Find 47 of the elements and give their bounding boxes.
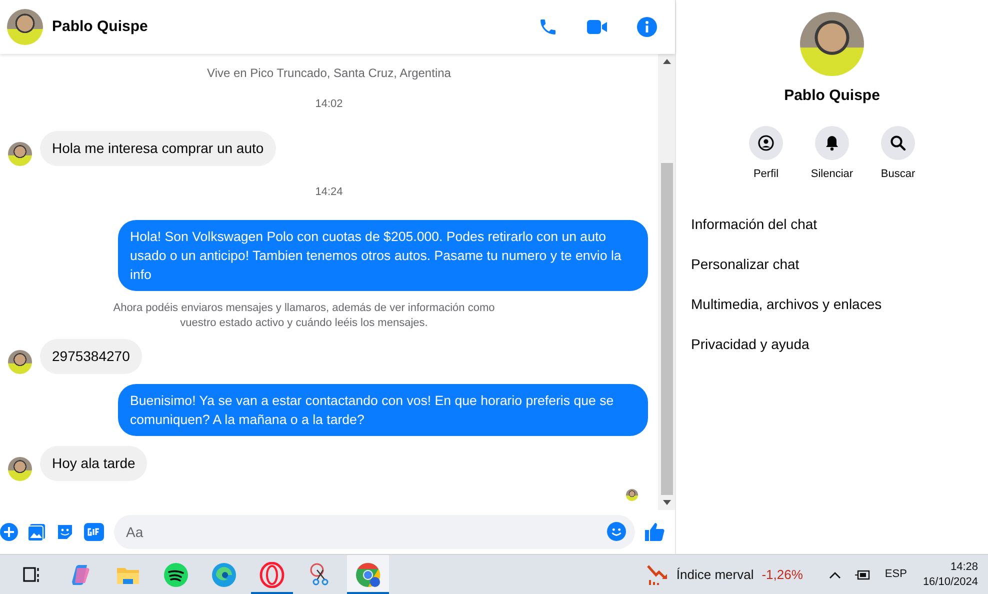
outgoing-message: Buenisimo! Ya se van a estar contactando con vos! En que horario preferis que se comuniquen? A la mañana o a la tarde? bbox=[118, 384, 648, 436]
timestamp: 14:02 bbox=[314, 97, 344, 112]
chat-menu-item[interactable]: Privacidad y ayuda bbox=[691, 324, 973, 364]
emoji-icon[interactable] bbox=[607, 522, 626, 541]
incoming-message: Hoy ala tarde bbox=[40, 446, 148, 481]
scroll-up-arrow-icon[interactable] bbox=[662, 59, 670, 64]
outgoing-message: Hola! Son Volkswagen Polo con cuotas de $205.000. Podes retirarlo con un auto usado o un anticipo! Tambien tenemos otros autos. Pasame tu numero y te envio la info bbox=[118, 220, 648, 291]
search-icon bbox=[890, 134, 906, 150]
task-view-icon bbox=[22, 564, 42, 584]
contact-name[interactable]: Pablo Quispe bbox=[52, 16, 529, 38]
chat-menu-item[interactable]: Información del chat bbox=[691, 204, 973, 244]
gif-icon[interactable] bbox=[84, 523, 104, 541]
phone-icon[interactable] bbox=[538, 17, 558, 37]
clock[interactable]: 14:28 16/10/2024 bbox=[922, 560, 978, 590]
incoming-message: 2975384270 bbox=[40, 339, 142, 374]
incoming-message: Hola me interesa comprar un auto bbox=[40, 130, 276, 166]
chat-menu-item[interactable]: Multimedia, archivos y enlaces bbox=[691, 284, 973, 324]
scrollbar[interactable] bbox=[658, 54, 675, 510]
avatar bbox=[8, 457, 32, 481]
battery-icon[interactable] bbox=[854, 570, 871, 580]
info-icon[interactable] bbox=[637, 17, 657, 37]
scroll-down-arrow-icon[interactable] bbox=[662, 500, 670, 505]
edge-icon bbox=[211, 562, 237, 588]
widget-value: -1,26% bbox=[762, 566, 803, 584]
thumbs-up-icon[interactable] bbox=[645, 522, 665, 542]
spotify-icon bbox=[163, 562, 189, 588]
chrome-icon bbox=[355, 562, 381, 588]
widget-label: Índice merval bbox=[676, 566, 754, 584]
profile-icon bbox=[758, 134, 774, 150]
chat-menu-item[interactable]: Personalizar chat bbox=[691, 244, 973, 284]
opera-icon bbox=[259, 562, 285, 588]
avatar bbox=[8, 350, 32, 374]
sticker-icon[interactable] bbox=[56, 523, 74, 541]
chevron-up-icon[interactable] bbox=[828, 570, 841, 578]
avatar bbox=[7, 9, 43, 45]
profile-info-text: Vive en Pico Truncado, Santa Cruz, Argentina bbox=[206, 65, 452, 82]
notice-text: Ahora podéis enviaros mensajes y llamaros, además de ver información como vuestro estado activo y cuándo leéis los mensajes. bbox=[112, 301, 496, 331]
image-icon[interactable] bbox=[28, 523, 46, 541]
language-indicator[interactable]: ESP bbox=[884, 566, 907, 583]
profile-name: Pablo Quispe bbox=[784, 86, 880, 106]
message-input[interactable]: Aa bbox=[114, 515, 635, 549]
video-camera-icon[interactable] bbox=[587, 18, 607, 36]
timestamp: 14:24 bbox=[314, 184, 344, 200]
avatar bbox=[8, 142, 32, 166]
plus-icon[interactable] bbox=[0, 523, 18, 541]
seen-avatar bbox=[626, 489, 638, 501]
bell-icon bbox=[824, 134, 840, 150]
